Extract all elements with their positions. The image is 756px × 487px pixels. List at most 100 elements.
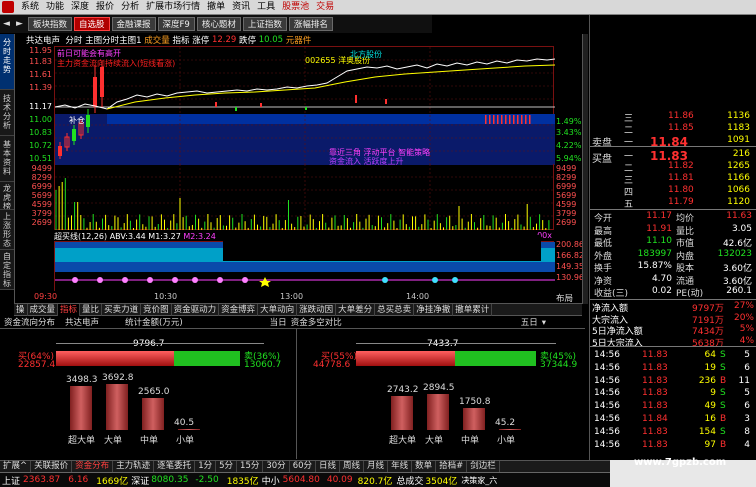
sh-label[interactable]: 上证 bbox=[2, 474, 20, 487]
menu-system[interactable]: 系统 bbox=[14, 0, 39, 15]
toolbar-gain-rank[interactable]: 涨幅排名 bbox=[288, 17, 333, 31]
tab-5[interactable]: 资金驱动力 bbox=[172, 303, 220, 316]
flow-bar bbox=[106, 383, 128, 430]
bottom-tab-16[interactable]: 剑边栏 bbox=[467, 461, 500, 472]
sidetab-intraday[interactable]: 分时走势 bbox=[0, 34, 14, 90]
user-name[interactable]: 决策家_六 bbox=[461, 475, 497, 486]
menu-analysis[interactable]: 分析 bbox=[114, 0, 139, 15]
sidetab-custom-indicator[interactable]: 自定指标 bbox=[0, 250, 14, 290]
indicator-area[interactable] bbox=[54, 235, 555, 292]
bottom-tab-10[interactable]: 日线 bbox=[316, 461, 341, 472]
toolbar-sector-index[interactable]: 板块指数 bbox=[28, 17, 73, 31]
tick-price: 11.83 bbox=[642, 362, 668, 373]
tab-6[interactable]: 资金博弈 bbox=[219, 303, 259, 316]
sidetab-pattern[interactable]: 上涨形态 bbox=[0, 210, 14, 250]
menu-quote[interactable]: 报价 bbox=[89, 0, 114, 15]
sz-label[interactable]: 深证 bbox=[131, 474, 149, 487]
menu-ext-market[interactable]: 扩展市场行情 bbox=[139, 0, 200, 15]
stat-value: 0.02 bbox=[651, 286, 672, 296]
layout-button[interactable]: 布局 bbox=[556, 292, 582, 304]
tab-0[interactable]: 成交量 bbox=[28, 303, 59, 316]
bottom-tab-5[interactable]: 1分 bbox=[195, 461, 217, 472]
tick-price: 11.83 bbox=[642, 375, 668, 386]
tab-8[interactable]: 涨跌动因 bbox=[297, 303, 337, 316]
toolbar-watchlist[interactable]: 自选股 bbox=[74, 17, 110, 31]
bottom-tab-1[interactable]: 关联报价 bbox=[31, 461, 73, 472]
menu-depth[interactable]: 深度 bbox=[64, 0, 89, 15]
stat-label: 内盘 bbox=[676, 251, 695, 262]
toolbar-core-theme[interactable]: 核心题材 bbox=[196, 17, 241, 31]
tick-time: 14:56 bbox=[594, 350, 620, 360]
forward-arrow-icon[interactable]: ► bbox=[16, 19, 26, 29]
stock-name: 共达电声 bbox=[26, 36, 61, 46]
tab-9[interactable]: 大单差分 bbox=[336, 303, 376, 316]
menu-stock-pool[interactable]: 股票池 bbox=[275, 0, 309, 15]
sidetab-dragon-tiger[interactable]: 龙虎榜 bbox=[0, 182, 14, 210]
bid-price: 11.79 bbox=[668, 197, 694, 207]
tick-time: 14:56 bbox=[594, 401, 620, 412]
bottom-tab-4[interactable]: 逐笔委托 bbox=[154, 461, 196, 472]
bottom-tab-7[interactable]: 15分 bbox=[237, 461, 264, 472]
bottom-tab-15[interactable]: 拾档# bbox=[436, 461, 468, 472]
ask-price: 11.85 bbox=[668, 123, 694, 133]
sz-value: 8080.35 bbox=[151, 475, 189, 485]
bottom-tab-13[interactable]: 年线 bbox=[388, 461, 413, 472]
tab-12[interactable]: 撤单累计 bbox=[453, 303, 493, 316]
tab-11[interactable]: 净挂净撤 bbox=[414, 303, 454, 316]
bid-volume: 1120 bbox=[727, 197, 750, 207]
tick-volume: 154 bbox=[698, 426, 716, 437]
toolbar-finance-course[interactable]: 金融课报 bbox=[111, 17, 156, 31]
chart-indicator[interactable]: 指标 bbox=[173, 34, 190, 46]
ann-2: 主力资金流向持续流入(短线看涨) bbox=[57, 59, 176, 68]
flow-bar bbox=[391, 395, 413, 430]
flow-bar-value: 3498.3 bbox=[66, 375, 98, 386]
sidetab-technical[interactable]: 技术分析 bbox=[0, 90, 14, 136]
bottom-tab-3[interactable]: 主力轨迹 bbox=[113, 461, 155, 472]
indicator-name[interactable]: 超买线(12,26) bbox=[54, 231, 107, 242]
menu-info[interactable]: 资讯 bbox=[225, 0, 250, 15]
flow-range[interactable]: 五日 bbox=[521, 317, 538, 329]
bottom-tab-11[interactable]: 周线 bbox=[340, 461, 365, 472]
stat-label: 流通 bbox=[676, 276, 695, 287]
flow-bar-label: 超大单 bbox=[68, 436, 96, 446]
chart-main2[interactable]: 分时主图1 bbox=[102, 34, 141, 46]
bottom-tab-8[interactable]: 30分 bbox=[263, 461, 290, 472]
chart-vol[interactable]: 成交量 bbox=[144, 34, 170, 46]
menu-function[interactable]: 功能 bbox=[39, 0, 64, 15]
limit-up-value: 12.29 bbox=[211, 35, 237, 45]
menu-tools[interactable]: 工具 bbox=[250, 0, 275, 15]
toolbar-sh-index[interactable]: 上证指数 bbox=[242, 17, 287, 31]
tick-time: 14:56 bbox=[594, 375, 620, 386]
back-arrow-icon[interactable]: ◄ bbox=[3, 19, 13, 29]
price-chart-area[interactable]: 前日可能会有高开 主力资金流向持续流入(短线看涨) 002655 洋奥股份 北方… bbox=[54, 46, 555, 166]
left-ratio-bar bbox=[56, 351, 240, 366]
tick-volume: 236 bbox=[698, 375, 716, 386]
tabs-nav-icon[interactable]: 操 bbox=[14, 303, 28, 316]
tab-3[interactable]: 买卖力道 bbox=[102, 303, 142, 316]
stat-value: 4.70 bbox=[651, 273, 672, 284]
chart-mode[interactable]: 分时 bbox=[65, 34, 82, 46]
toolbar-depth-f9[interactable]: 深度F9 bbox=[157, 17, 195, 31]
tab-7[interactable]: 大单动向 bbox=[258, 303, 298, 316]
tab-4[interactable]: 竞价图 bbox=[141, 303, 172, 316]
bottom-tab-0[interactable]: 扩展^ bbox=[0, 461, 32, 472]
chart-main[interactable]: 主图 bbox=[85, 34, 102, 46]
bottom-tab-12[interactable]: 月线 bbox=[364, 461, 389, 472]
range-dropdown-icon[interactable]: ▾ bbox=[542, 317, 546, 329]
sidetab-fundamentals[interactable]: 基本资料 bbox=[0, 136, 14, 182]
tab-2[interactable]: 量比 bbox=[80, 303, 103, 316]
tab-10[interactable]: 总买总卖 bbox=[375, 303, 415, 316]
tab-1[interactable]: 指标 bbox=[58, 303, 81, 316]
flow-today[interactable]: 当日 bbox=[270, 317, 287, 329]
bottom-tab-9[interactable]: 60分 bbox=[290, 461, 317, 472]
menu-trade[interactable]: 交易 bbox=[309, 0, 334, 15]
bottom-tab-6[interactable]: 5分 bbox=[216, 461, 238, 472]
bottom-tab-2[interactable]: 资金分布 bbox=[72, 461, 114, 472]
tick-price: 11.84 bbox=[642, 414, 668, 424]
zx-label[interactable]: 中小 bbox=[262, 474, 280, 487]
menu-cancel-order[interactable]: 撤单 bbox=[200, 0, 225, 15]
bottom-tab-14[interactable]: 数单 bbox=[412, 461, 437, 472]
volume-area[interactable] bbox=[54, 164, 555, 230]
chart-vscroll[interactable] bbox=[582, 34, 588, 304]
flow-bar-value: 2894.5 bbox=[423, 382, 455, 393]
